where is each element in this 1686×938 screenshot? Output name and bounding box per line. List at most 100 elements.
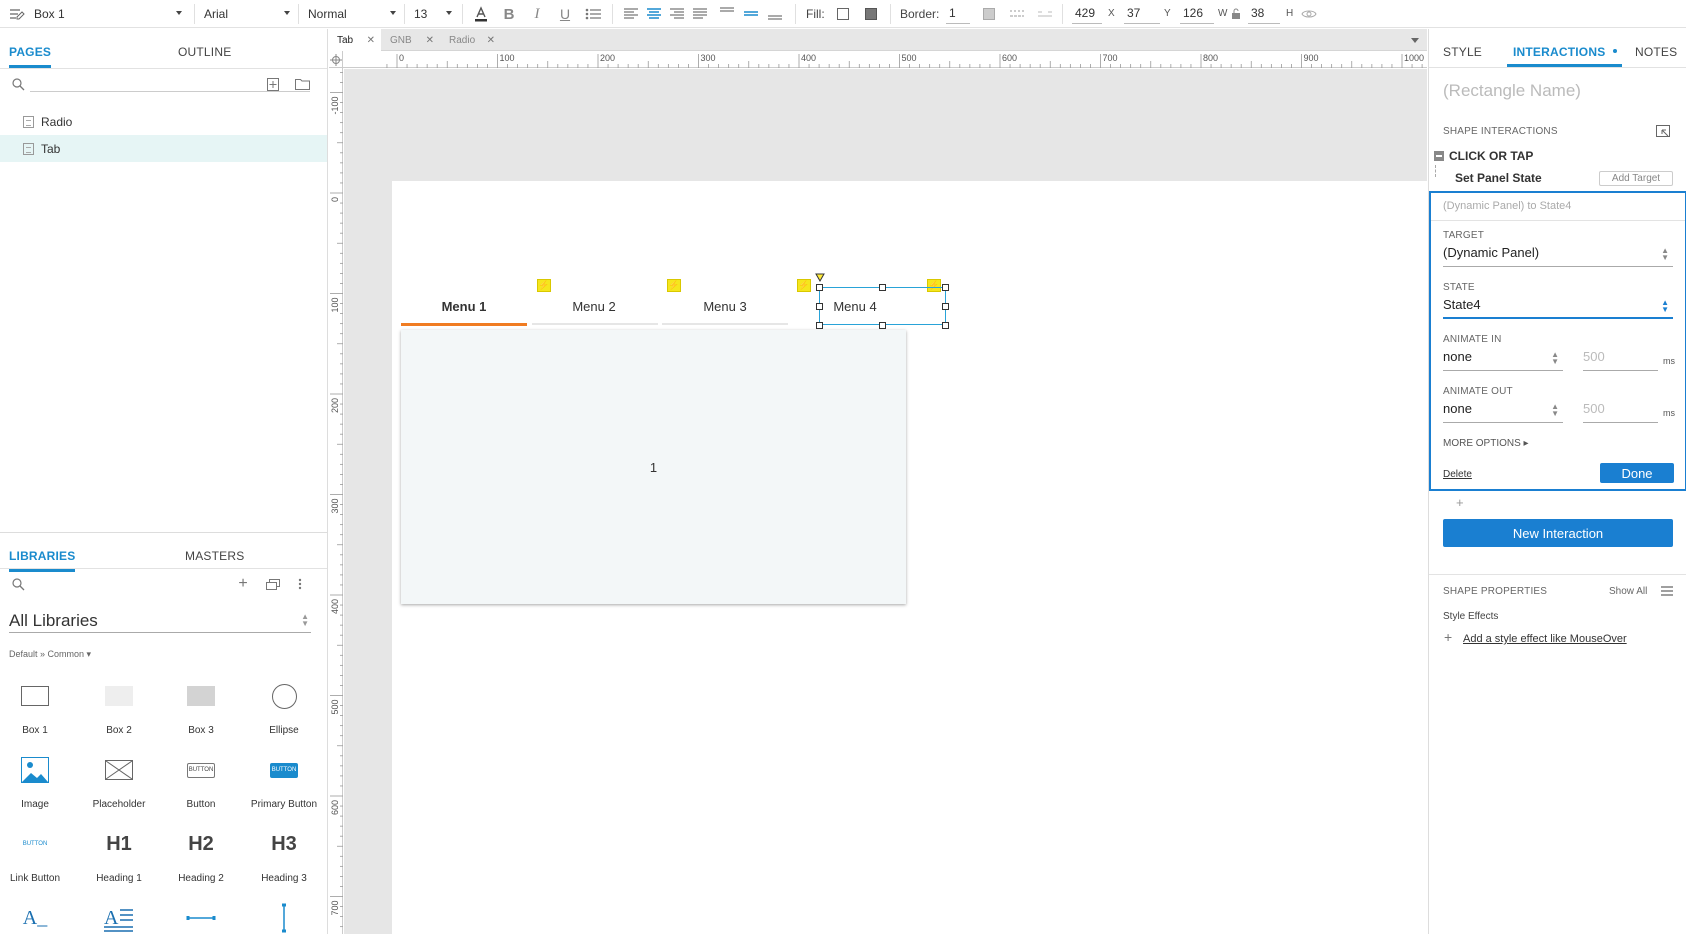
doc-tab-radio[interactable]: Radio ✕ (441, 29, 501, 51)
tab-pages[interactable]: PAGES (9, 45, 52, 68)
menu-tab-1[interactable]: Menu 1 (404, 299, 524, 323)
resize-handle[interactable] (942, 322, 949, 329)
library-search-icon[interactable] (11, 577, 25, 591)
border-sides-icon[interactable] (1036, 5, 1054, 23)
height-input[interactable]: 38 (1248, 6, 1280, 24)
menu-icon[interactable] (1661, 585, 1673, 597)
interaction-flag-icon[interactable]: ⚡ (667, 279, 681, 292)
resize-handle[interactable] (879, 322, 886, 329)
design-canvas[interactable]: Menu 1 Menu 2 Menu 3 Menu 4 ⚡ ⚡ ⚡ ⚡ 1 (344, 69, 1427, 934)
widget-primary-button[interactable]: BUTTON Primary Button (242, 750, 326, 810)
resize-handle[interactable] (816, 322, 823, 329)
tab-libraries[interactable]: LIBRARIES (9, 549, 76, 572)
font-family-select[interactable]: Arial (204, 0, 294, 28)
valign-middle-icon[interactable] (742, 5, 760, 23)
resize-handle[interactable] (879, 284, 886, 291)
library-copy-icon[interactable] (265, 577, 281, 591)
add-folder-icon[interactable] (294, 77, 310, 91)
add-icon[interactable]: + (1456, 495, 1464, 510)
visibility-eye-icon[interactable] (1300, 5, 1318, 23)
width-input[interactable]: 126 (1180, 6, 1214, 24)
widget-ellipse[interactable]: Ellipse (242, 676, 326, 736)
font-size-select[interactable]: 13 (414, 0, 456, 28)
doc-tab-gnb[interactable]: GNB ✕ (382, 29, 440, 51)
search-icon[interactable] (11, 77, 25, 91)
add-style-effect-icon[interactable]: + (1444, 629, 1452, 645)
tabs-overflow-chevron-icon[interactable] (1411, 38, 1419, 43)
new-interaction-button[interactable]: New Interaction (1443, 519, 1673, 547)
collapse-icon[interactable] (1434, 151, 1444, 161)
tab-masters[interactable]: MASTERS (185, 549, 244, 563)
ruler-origin[interactable] (329, 51, 343, 68)
resize-handle[interactable] (816, 303, 823, 310)
interaction-flag-icon[interactable]: ⚡ (797, 279, 811, 292)
add-style-effect-link[interactable]: Add a style effect like MouseOver (1463, 633, 1627, 645)
animate-in-duration[interactable]: 500 (1583, 349, 1658, 371)
widget-heading-2[interactable]: H2 Heading 2 (159, 824, 243, 885)
resize-handle[interactable] (942, 284, 949, 291)
valign-bottom-icon[interactable] (766, 5, 784, 23)
selection-box[interactable] (819, 287, 946, 325)
dynamic-panel[interactable]: 1 (401, 330, 906, 604)
y-position-input[interactable]: 37 (1124, 6, 1160, 24)
shadow-swatch-icon[interactable] (862, 5, 880, 23)
page-item-tab[interactable]: Tab (0, 135, 327, 162)
lock-icon[interactable] (1230, 5, 1242, 23)
tab-style[interactable]: STYLE (1443, 45, 1482, 59)
library-select[interactable]: All Libraries ▲ ▼ (9, 611, 311, 633)
animate-out-duration[interactable]: 500 (1583, 401, 1658, 423)
widget-paragraph[interactable]: A (77, 898, 161, 938)
align-right-icon[interactable] (668, 5, 686, 23)
fill-color-swatch[interactable] (834, 5, 852, 23)
widget-heading-3[interactable]: H3 Heading 3 (242, 824, 326, 885)
add-page-icon[interactable] (266, 77, 280, 91)
widget-box-3[interactable]: Box 3 (159, 676, 243, 736)
element-name-dropdown[interactable]: Box 1 (34, 0, 186, 28)
widget-box-1[interactable]: Box 1 (0, 676, 77, 736)
resize-handle[interactable] (816, 284, 823, 291)
doc-tab-tab[interactable]: Tab ✕ (329, 29, 381, 51)
organize-actions-icon[interactable] (1655, 124, 1671, 140)
page-item-radio[interactable]: Radio (0, 108, 327, 135)
widget-placeholder[interactable]: Placeholder (77, 750, 161, 810)
italic-icon[interactable]: I (528, 5, 546, 23)
widget-box-2[interactable]: Box 2 (77, 676, 161, 736)
show-all-link[interactable]: Show All (1609, 586, 1647, 597)
add-target-button[interactable]: Add Target (1599, 171, 1673, 186)
bold-icon[interactable]: B (500, 5, 518, 23)
widget-heading-1[interactable]: H1 Heading 1 (77, 824, 161, 885)
more-options-link[interactable]: MORE OPTIONS ▸ (1443, 438, 1529, 449)
pages-search-input[interactable] (30, 91, 310, 92)
align-left-icon[interactable] (622, 5, 640, 23)
menu-tab-2[interactable]: Menu 2 (534, 299, 654, 323)
align-center-icon[interactable] (645, 5, 663, 23)
justify-icon[interactable] (691, 5, 709, 23)
close-icon[interactable]: ✕ (426, 35, 434, 46)
event-click-or-tap[interactable]: CLICK OR TAP (1449, 149, 1533, 163)
border-style-icon[interactable] (1008, 5, 1026, 23)
interaction-flag-icon[interactable]: ⚡ (537, 279, 551, 292)
widget-link-button[interactable]: BUTTON Link Button (0, 824, 77, 884)
tab-interactions[interactable]: INTERACTIONS (1513, 45, 1605, 59)
animate-in-select[interactable]: none ▲ ▼ (1443, 349, 1563, 371)
widget-vertical-line[interactable] (242, 898, 326, 938)
close-icon[interactable]: ✕ (487, 35, 495, 46)
menu-tab-3[interactable]: Menu 3 (665, 299, 785, 323)
font-style-select[interactable]: Normal (308, 0, 400, 28)
delete-link[interactable]: Delete (1443, 469, 1472, 480)
tab-notes[interactable]: NOTES (1635, 45, 1677, 59)
resize-handle[interactable] (942, 303, 949, 310)
widget-horizontal-line[interactable] (159, 898, 243, 938)
animate-out-select[interactable]: none ▲ ▼ (1443, 401, 1563, 423)
border-width-input[interactable]: 1 (946, 6, 970, 24)
more-vertical-icon[interactable] (296, 577, 304, 591)
widget-text-field[interactable]: A_ (0, 898, 77, 938)
state-select[interactable]: State4 ▲ ▼ (1443, 297, 1673, 319)
add-library-icon[interactable]: + (236, 575, 250, 592)
library-breadcrumb[interactable]: Default » Common ▾ (9, 649, 91, 660)
tab-outline[interactable]: OUTLINE (178, 45, 231, 59)
close-icon[interactable]: ✕ (367, 35, 375, 46)
widget-button[interactable]: BUTTON Button (159, 750, 243, 810)
rotation-handle-icon[interactable] (815, 273, 825, 283)
shape-name-input[interactable]: (Rectangle Name) (1443, 81, 1581, 101)
